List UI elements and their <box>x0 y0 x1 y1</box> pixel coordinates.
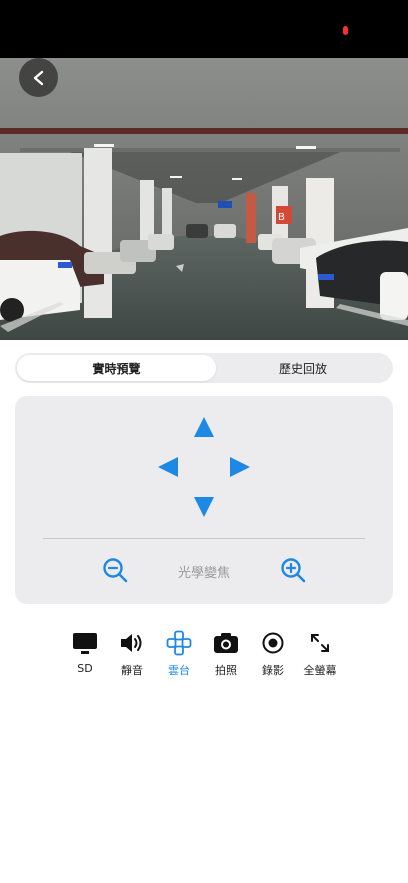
arrow-left-icon <box>158 457 178 477</box>
pillar-sign: B <box>278 212 285 223</box>
camera-live-view[interactable]: B <box>0 58 408 340</box>
zoom-in-button[interactable] <box>279 556 309 586</box>
view-mode-tabs: 實時預覽 歷史回放 <box>15 353 393 383</box>
ptz-label: 雲台 <box>168 664 190 677</box>
back-button[interactable] <box>19 58 58 97</box>
monitor-icon <box>62 629 108 657</box>
zoom-in-icon <box>281 558 306 583</box>
parking-garage-image: B <box>0 58 408 340</box>
pan-down-button[interactable] <box>191 494 217 520</box>
fullscreen-button[interactable]: 全螢幕 <box>297 629 343 681</box>
ptz-button[interactable]: 雲台 <box>156 629 202 681</box>
mute-button[interactable]: 靜音 <box>109 629 155 681</box>
optical-zoom-label: 光學變焦 <box>177 566 230 581</box>
fullscreen-icon <box>297 629 343 657</box>
record-button[interactable]: 錄影 <box>250 629 296 681</box>
quality-sd-button[interactable]: SD <box>62 629 108 681</box>
pan-left-button[interactable] <box>155 454 181 480</box>
zoom-out-button[interactable] <box>101 556 131 586</box>
tab-history-playback[interactable]: 歷史回放 <box>215 355 391 381</box>
quality-sd-label: SD <box>77 662 93 675</box>
recording-indicator <box>343 26 348 35</box>
snapshot-button[interactable]: 拍照 <box>203 629 249 681</box>
control-toolbar: SD 靜音 雲台 拍照 錄影 全螢幕 <box>62 629 346 681</box>
record-label: 錄影 <box>262 664 284 677</box>
mute-label: 靜音 <box>121 664 143 677</box>
ptz-control-panel: 光學變焦 <box>15 396 393 604</box>
pan-up-button[interactable] <box>191 414 217 440</box>
tab-live-preview[interactable]: 實時預覽 <box>17 355 216 381</box>
gamepad-icon <box>156 629 202 657</box>
record-icon <box>250 629 296 657</box>
ptz-divider <box>43 538 365 539</box>
arrow-down-icon <box>194 497 214 517</box>
zoom-out-icon <box>103 558 128 583</box>
arrow-up-icon <box>194 417 214 437</box>
pan-right-button[interactable] <box>227 454 253 480</box>
arrow-right-icon <box>230 457 250 477</box>
snapshot-label: 拍照 <box>215 664 237 677</box>
camera-icon <box>203 629 249 657</box>
speaker-icon <box>109 629 155 657</box>
fullscreen-label: 全螢幕 <box>303 664 337 677</box>
chevron-left-icon <box>33 70 43 85</box>
status-bar <box>0 0 408 58</box>
